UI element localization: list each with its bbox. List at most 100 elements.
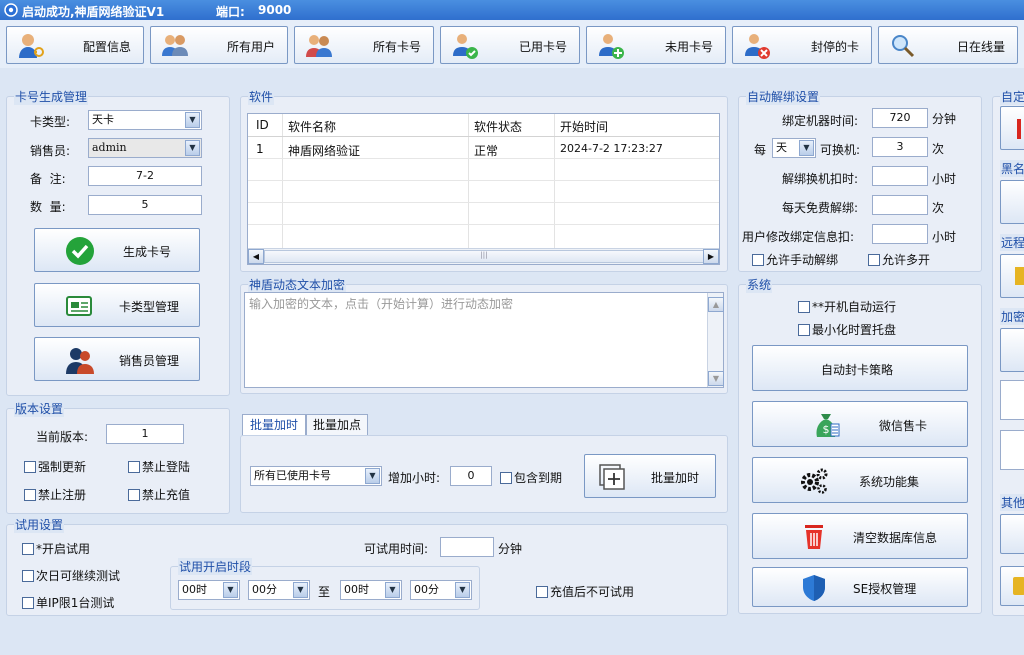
blocked-cards-button[interactable]: 封停的卡 [732,26,872,64]
tab-batch-time[interactable]: 批量加时 [242,414,306,436]
forbid-login-label: 禁止登陆 [142,460,191,474]
seller-manage-label: 销售员管理 [119,354,180,368]
port-value: 9000 [258,3,292,17]
add-hours-label: 增加小时: [388,471,441,485]
current-version-input[interactable]: 1 [106,424,184,444]
modify-bind-input[interactable] [872,224,928,244]
add-square-icon [599,464,625,490]
all-cards-button[interactable]: 所有卡号 [294,26,434,64]
forbid-register-label: 禁止注册 [38,488,87,502]
se-license-button[interactable]: SE授权管理 [752,567,968,607]
trial-to-min-select[interactable]: 00分 ▼ [410,580,472,600]
batch-scope-select[interactable]: 所有已使用卡号 ▼ [250,466,382,486]
chevron-down-icon: ▼ [385,582,400,598]
col-status[interactable]: 软件状态 [474,118,522,135]
seller-select[interactable]: admin ▼ [88,138,202,158]
trial-time-input[interactable] [440,537,494,557]
forbid-register-checkbox[interactable]: 禁止注册 [24,486,86,503]
app-shield-icon [4,3,18,18]
wechat-sell-label: 微信售卡 [879,419,928,433]
col-id[interactable]: ID [256,118,269,132]
row-id[interactable]: 1 [256,142,264,156]
force-update-checkbox[interactable]: 强制更新 [24,458,86,475]
no-trial-after-recharge-checkbox[interactable]: 充值后不可试用 [536,583,634,600]
all-users-button[interactable]: 所有用户 [150,26,288,64]
quantity-input[interactable]: 5 [88,195,202,215]
bind-time-input[interactable]: 720 [872,108,928,128]
scroll-up-icon[interactable]: ▲ [708,297,724,312]
side-input-2[interactable] [1000,430,1024,470]
autostart-checkbox[interactable]: **开机自动运行 [798,298,896,315]
row-status[interactable]: 正常 [474,142,498,159]
scroll-down-icon[interactable]: ▼ [708,371,724,386]
blocked-cards-label: 封停的卡 [810,40,859,54]
remark-input[interactable]: 7-2 [88,166,202,186]
config-info-button[interactable]: 配置信息 [6,26,144,64]
col-start[interactable]: 开始时间 [560,118,608,135]
minimize-tray-label: 最小化时置托盘 [812,323,897,337]
batch-add-time-button[interactable]: 批量加时 [584,454,716,498]
system-features-button[interactable]: 系统功能集 [752,457,968,503]
daily-online-button[interactable]: 日在线量 [878,26,1018,64]
force-update-label: 强制更新 [38,460,87,474]
blacklist-button[interactable] [1000,180,1024,224]
textarea-scrollbar[interactable]: ▲ ▼ [707,293,724,387]
encrypt-side-button[interactable] [1000,328,1024,372]
per-period-select[interactable]: 天 ▼ [772,138,816,158]
quantity-label: 数 量: [30,200,66,214]
scroll-left-icon[interactable]: ◀ [248,249,264,264]
encrypt-placeholder: 输入加密的文本，点击（开始计算）进行动态加密 [249,297,514,311]
trial-to-hour-value: 00时 [344,583,369,596]
tab-batch-point[interactable]: 批量加点 [306,414,368,436]
card-type-select[interactable]: 天卡 ▼ [88,110,202,130]
forbid-login-checkbox[interactable]: 禁止登陆 [128,458,190,475]
clear-database-button[interactable]: 清空数据库信息 [752,513,968,559]
unbind-deduct-label: 解绑换机扣时: [782,172,859,186]
other-button-2[interactable] [1000,566,1024,606]
side-input-1[interactable] [1000,380,1024,420]
include-expired-checkbox[interactable]: 包含到期 [500,469,562,486]
remote-title: 远程 [1000,234,1024,251]
row-start[interactable]: 2024-7-2 17:23:27 [560,142,663,155]
card-type-manage-button[interactable]: 卡类型管理 [34,283,200,327]
scroll-thumb[interactable]: ||| [264,250,704,263]
unbind-deduct-input[interactable] [872,166,928,186]
wechat-sell-button[interactable]: $ 微信售卡 [752,401,968,447]
other-button-1[interactable] [1000,514,1024,554]
next-day-trial-checkbox[interactable]: 次日可继续测试 [22,567,120,584]
custom-button[interactable] [1000,106,1024,150]
forbid-recharge-checkbox[interactable]: 禁止充值 [128,486,190,503]
version-title: 版本设置 [14,400,65,417]
allow-manual-unbind-checkbox[interactable]: 允许手动解绑 [752,251,838,268]
unused-cards-label: 未用卡号 [664,40,713,54]
scroll-right-icon[interactable]: ▶ [703,249,719,264]
single-ip-trial-label: 单IP限1台测试 [36,596,115,610]
unused-cards-button[interactable]: 未用卡号 [586,26,726,64]
change-machine-input[interactable]: 3 [872,137,928,157]
single-ip-trial-checkbox[interactable]: 单IP限1台测试 [22,594,114,611]
seller-manage-button[interactable]: 销售员管理 [34,337,200,381]
change-machine-unit: 次 [932,142,945,156]
enable-trial-checkbox[interactable]: *开启试用 [22,540,90,557]
se-license-label: SE授权管理 [853,582,917,596]
encrypt-textarea[interactable]: 输入加密的文本，点击（开始计算）进行动态加密 ▲ ▼ [244,292,724,388]
col-name[interactable]: 软件名称 [288,118,336,135]
minimize-tray-checkbox[interactable]: 最小化时置托盘 [798,321,896,338]
unbind-deduct-unit: 小时 [932,172,957,186]
remote-button[interactable] [1000,254,1024,298]
trial-to-hour-select[interactable]: 00时 ▼ [340,580,402,600]
trial-from-min-select[interactable]: 00分 ▼ [248,580,310,600]
trial-from-hour-select[interactable]: 00时 ▼ [178,580,240,600]
user-check-icon [453,34,478,59]
auto-block-policy-button[interactable]: 自动封卡策略 [752,345,968,391]
generate-cards-button[interactable]: 生成卡号 [34,228,200,272]
toolbar: 配置信息 所有用户 所有卡号 已用卡号 未用卡号 封停的卡 日在线量 [0,20,1024,68]
id-card-icon [66,296,92,316]
add-hours-input[interactable]: 0 [450,466,492,486]
used-cards-button[interactable]: 已用卡号 [440,26,580,64]
allow-multi-open-checkbox[interactable]: 允许多开 [868,251,930,268]
free-unbind-input[interactable] [872,195,928,215]
table-horizontal-scrollbar[interactable]: ◀ ||| ▶ [248,248,719,264]
row-name[interactable]: 神盾网络验证 [288,142,360,159]
software-title: 软件 [248,88,275,105]
